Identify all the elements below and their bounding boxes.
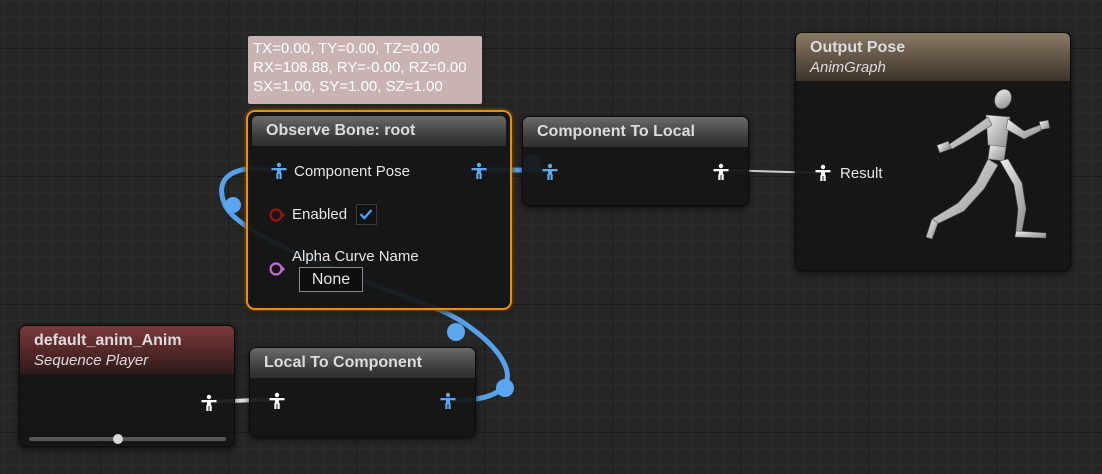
sequence-player-output-pin[interactable] [200,394,218,412]
result-pin[interactable] [814,164,832,182]
alpha-curve-name-label: Alpha Curve Name [292,248,419,265]
sequence-player-subtitle: Sequence Player [34,352,149,369]
person-icon [815,164,831,181]
playback-slider-thumb[interactable] [112,434,123,444]
person-icon [542,163,558,180]
person-icon [471,162,487,179]
wire-reroute-dot[interactable] [225,197,241,213]
local-to-component-title[interactable]: Local To Component [250,348,475,378]
component-pose-output-pin[interactable] [470,162,488,180]
person-icon [269,392,285,409]
component-to-local-output-pin[interactable] [712,163,730,181]
bone-transform-tooltip: TX=0.00, TY=0.00, TZ=0.00 RX=108.88, RY=… [248,36,482,104]
enabled-pin[interactable] [268,206,286,224]
observe-bone-title[interactable]: Observe Bone: root [252,116,506,146]
checkmark-icon [359,209,373,220]
local-to-component-input-pin[interactable] [268,392,286,410]
person-icon [201,394,217,411]
bool-pin-icon [269,208,285,222]
local-to-component-node[interactable]: Local To Component [249,347,476,437]
component-to-local-input-pin[interactable] [541,163,559,181]
person-icon [271,162,287,179]
component-pose-label: Component Pose [294,163,410,180]
result-label: Result [840,165,883,182]
tooltip-rotation: RX=108.88, RY=-0.00, RZ=0.00 [253,59,467,76]
alpha-curve-name-pin[interactable] [268,260,286,278]
component-pose-input-pin[interactable] [270,162,288,180]
wire-reroute-dot[interactable] [447,323,465,341]
sequence-player-node[interactable]: default_anim_Anim Sequence Player [19,325,235,447]
wire-reroute-dot[interactable] [496,379,514,397]
component-to-local-node[interactable]: Component To Local [522,116,749,206]
enabled-checkbox[interactable] [356,204,377,225]
component-to-local-title[interactable]: Component To Local [523,117,748,147]
name-pin-icon [269,262,285,276]
alpha-curve-name-input[interactable]: None [299,267,363,292]
local-to-component-output-pin[interactable] [439,392,457,410]
sequence-player-header[interactable]: default_anim_Anim Sequence Player [20,326,234,374]
output-pose-node[interactable]: Output Pose AnimGraph Result [795,32,1071,271]
sequence-player-title: default_anim_Anim [34,332,182,349]
person-icon [713,163,729,180]
output-pose-title: Output Pose [810,39,906,56]
person-icon [440,392,456,409]
tooltip-translation: TX=0.00, TY=0.00, TZ=0.00 [253,40,440,57]
output-pose-header[interactable]: Output Pose AnimGraph [796,33,1070,81]
observe-bone-node[interactable]: Observe Bone: root Component Pose Enable… [246,110,512,310]
enabled-label: Enabled [292,206,348,223]
mannequin-icon [925,89,1050,240]
output-pose-subtitle: AnimGraph [810,59,886,76]
tooltip-scale: SX=1.00, SY=1.00, SZ=1.00 [253,78,443,95]
playback-slider-track[interactable] [29,437,226,441]
